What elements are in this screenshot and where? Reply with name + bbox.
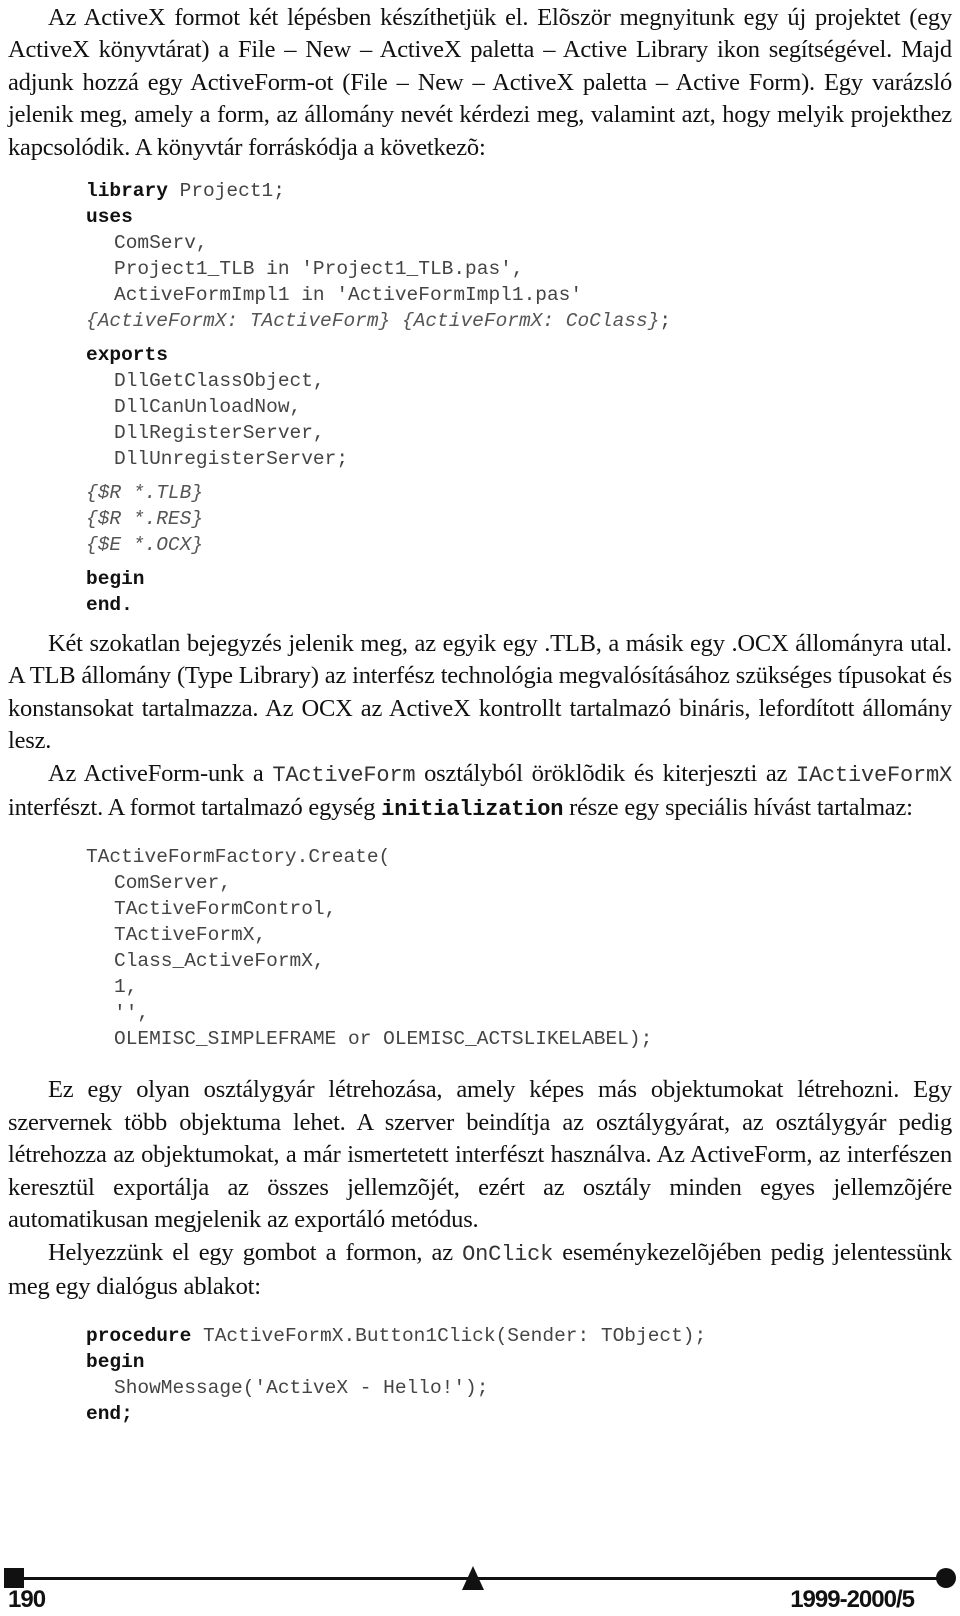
paragraph-button: Helyezzünk el egy gombot a formon, az On… bbox=[8, 1237, 952, 1304]
keyword-procedure: procedure bbox=[86, 1325, 192, 1348]
code-line: ShowMessage('ActiveX - Hello!'); bbox=[114, 1377, 489, 1400]
code-line: procedure TActiveFormX.Button1Click(Send… bbox=[86, 1323, 960, 1349]
compiler-directive: {$E *.OCX} bbox=[86, 534, 204, 557]
compiler-directive: {$R *.TLB} bbox=[86, 482, 204, 505]
keyword-library: library bbox=[86, 180, 168, 203]
code-line: uses bbox=[86, 204, 960, 230]
page-number: 190 bbox=[8, 1586, 46, 1613]
uses-end: ; bbox=[659, 310, 672, 333]
text-run: Az ActiveForm-unk a bbox=[48, 759, 273, 787]
keyword-end: end. bbox=[86, 594, 133, 617]
code-line: TActiveFormControl, bbox=[114, 898, 337, 921]
procedure-signature: TActiveFormX.Button1Click(Sender: TObjec… bbox=[191, 1325, 707, 1348]
code-line: TActiveFormFactory.Create( bbox=[86, 846, 391, 869]
paragraph-activeform: Az ActiveForm-unk a TActiveForm osztályb… bbox=[8, 758, 952, 827]
inline-code-tactiveform: TActiveForm bbox=[272, 762, 416, 788]
inline-code-initialization: initialization bbox=[381, 797, 564, 823]
code-line: '', bbox=[114, 1002, 150, 1025]
circle-marker-icon bbox=[936, 1568, 956, 1588]
keyword-begin: begin bbox=[86, 568, 145, 591]
text-run: osztályból öröklõdik és kiterjeszti az bbox=[415, 759, 796, 787]
uses-item: ActiveFormImpl1 in 'ActiveFormImpl1.pas' bbox=[114, 284, 583, 307]
code-line: {ActiveFormX: TActiveForm} {ActiveFormX:… bbox=[86, 308, 960, 334]
code-line: exports bbox=[86, 342, 960, 368]
code-line: OLEMISC_SIMPLEFRAME or OLEMISC_ACTSLIKEL… bbox=[114, 1028, 653, 1051]
code-line: ComServer, bbox=[114, 872, 232, 895]
compiler-directive: {$R *.RES} bbox=[86, 508, 204, 531]
code-line: 1, bbox=[114, 976, 138, 999]
keyword-end: end; bbox=[86, 1403, 133, 1426]
paragraph-tlb-ocx: Két szokatlan bejegyzés jelenik meg, az … bbox=[8, 630, 952, 755]
code-block-factory: TActiveFormFactory.Create( ComServer, TAct… bbox=[86, 844, 960, 1052]
paragraph-intro: Az ActiveX formot két lépésben készíthet… bbox=[8, 4, 952, 161]
paragraph-class-factory: Ez egy olyan osztálygyár létrehozása, am… bbox=[8, 1076, 952, 1234]
exports-item: DllGetClassObject, bbox=[114, 370, 325, 393]
triangle-marker-icon bbox=[462, 1566, 484, 1590]
keyword-exports: exports bbox=[86, 344, 168, 367]
inline-code-onclick: OnClick bbox=[462, 1241, 554, 1267]
document-page: Az ActiveX formot két lépésben készíthet… bbox=[8, 0, 952, 1427]
issue-label: 1999-2000/5 bbox=[790, 1586, 915, 1613]
uses-comment: {ActiveFormX: TActiveForm} {ActiveFormX:… bbox=[86, 310, 660, 333]
inline-code-iactiveformx: IActiveFormX bbox=[795, 762, 952, 788]
exports-item: DllUnregisterServer; bbox=[114, 448, 349, 471]
keyword-uses: uses bbox=[86, 206, 133, 229]
page-footer: 190 1999-2000/5 bbox=[0, 1566, 960, 1616]
uses-item: Project1_TLB in 'Project1_TLB.pas', bbox=[114, 258, 524, 281]
code-line: TActiveFormX, bbox=[114, 924, 267, 947]
square-marker-icon bbox=[4, 1568, 24, 1588]
code-block-procedure: procedure TActiveFormX.Button1Click(Send… bbox=[86, 1323, 960, 1427]
code-block-library: library Project1; uses ComServ, Project1_TL… bbox=[86, 178, 960, 618]
keyword-begin: begin bbox=[86, 1351, 145, 1374]
code-line: Class_ActiveFormX, bbox=[114, 950, 325, 973]
uses-item: ComServ, bbox=[114, 232, 208, 255]
text-run: Helyezzünk el egy gombot a formon, az bbox=[48, 1238, 463, 1266]
text-run: része egy speciális hívást tartalmaz: bbox=[563, 794, 913, 822]
code-line: library Project1; bbox=[86, 178, 960, 204]
exports-item: DllRegisterServer, bbox=[114, 422, 325, 445]
exports-item: DllCanUnloadNow, bbox=[114, 396, 302, 419]
library-name: Project1; bbox=[167, 180, 285, 203]
text-run: interfészt. A formot tartalmazó egység bbox=[8, 794, 382, 822]
